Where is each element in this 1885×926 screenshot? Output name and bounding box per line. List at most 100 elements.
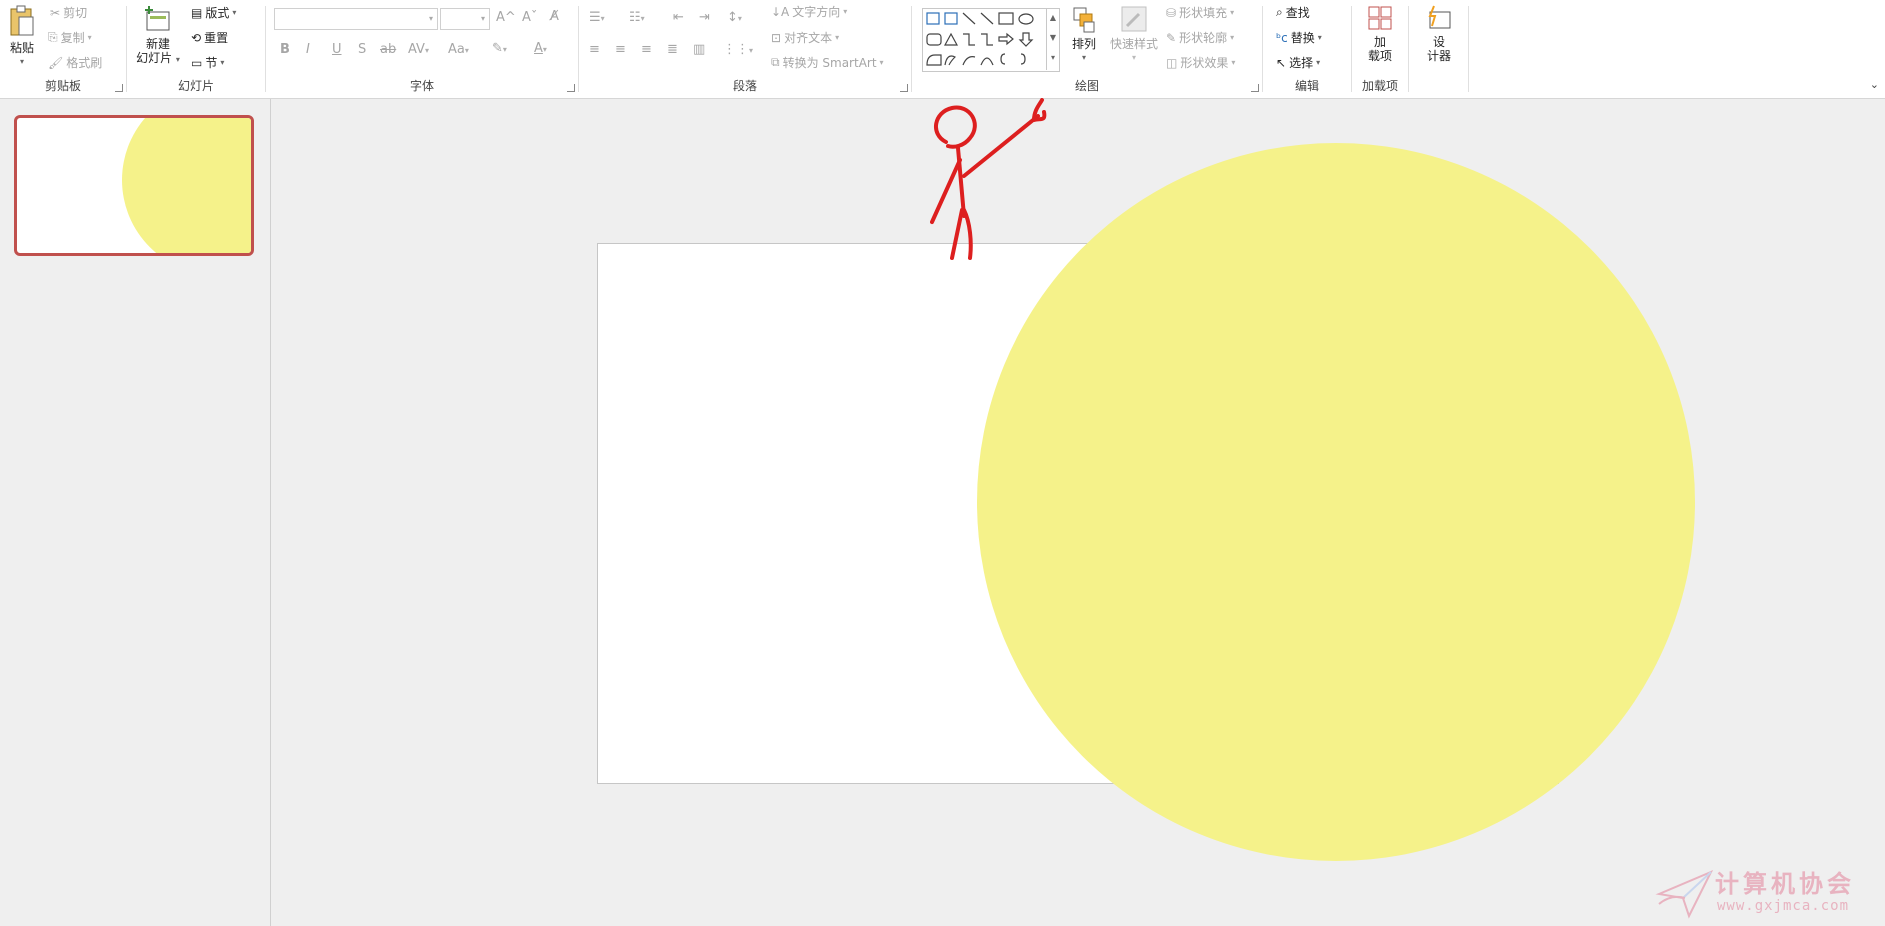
curve-shape-icon [980,57,994,66]
change-case-button[interactable]: Aa▾ [448,42,469,57]
reset-icon: ⟲ [191,30,202,45]
format-painter-button[interactable]: 🖌 格式刷 [48,54,102,71]
yellow-circle-shape[interactable] [977,143,1695,861]
paragraph-group-label: 段落 [732,79,757,93]
quick-styles-button[interactable]: 快速样式 ▾ [1108,4,1160,65]
arrange-button[interactable]: 排列 ▾ [1064,4,1104,65]
editing-group-label: 编辑 [1294,79,1319,93]
paste-button[interactable]: 粘贴 ▾ [4,4,40,69]
new-slide-dropdown-icon[interactable]: ▾ [176,55,180,64]
line-spacing-icon[interactable]: ↕▾ [727,10,742,25]
replace-label: 替换 [1290,31,1315,45]
decrease-indent-icon[interactable]: ⇤ [673,10,684,25]
left-brace-shape-icon [1000,53,1006,65]
quick-styles-dropdown-icon: ▾ [1131,53,1136,62]
gallery-more-icon[interactable]: ▾ [1047,48,1059,68]
arrange-label: 排列 [1071,37,1096,51]
shape-fill-button[interactable]: ⛁ 形状填充 ▾ [1166,4,1234,21]
copy-button[interactable]: ⎘ 复制 ▾ [48,29,92,46]
align-right-icon[interactable]: ≡ [641,42,652,57]
distribute-icon[interactable]: ▥ [693,42,705,57]
designer-label-2: 计器 [1426,49,1451,63]
clear-format-icon[interactable]: A̸ [550,9,559,24]
addins-label-1: 加 [1373,35,1386,49]
font-launcher-icon[interactable] [567,84,575,92]
addins-group: 加 载项 加载项 [1352,0,1408,98]
font-color-button[interactable]: A▾ [534,41,547,56]
freeform-shape-icon [926,54,942,66]
designer-icon [1428,5,1451,29]
justify-icon[interactable]: ≣ [667,42,678,57]
bold-button[interactable]: B [280,42,290,57]
change-case-label: Aa [448,42,465,57]
font-name-dropdown-icon[interactable]: ▾ [429,14,433,23]
bullets-icon[interactable]: ☰▾ [589,10,605,25]
shapes-gallery[interactable] [922,8,1060,72]
shapes-gallery-scroll[interactable]: ▲ ▼ ▾ [1046,8,1059,70]
strikethrough-button[interactable]: ab [380,42,396,57]
stick-right-leg [962,208,973,260]
paste-dropdown-icon[interactable]: ▾ [4,55,40,69]
replace-button[interactable]: ᵇc 替换 ▾ [1276,29,1322,46]
gallery-down-icon[interactable]: ▼ [1047,28,1059,48]
align-text-button[interactable]: ⊡ 对齐文本 ▾ [771,29,839,46]
stick-figure-drawing[interactable] [930,98,1060,268]
smartart-button[interactable]: ⧉ 转换为 SmartArt ▾ [771,54,884,71]
clipboard-launcher-icon[interactable] [115,84,123,92]
slide-thumbnail-1[interactable] [14,115,254,256]
stick-left-leg [950,208,964,260]
replace-icon: ᵇc [1276,30,1288,45]
numbering-icon[interactable]: ☷▾ [629,10,645,25]
paragraph-launcher-icon[interactable] [900,84,908,92]
increase-indent-icon[interactable]: ⇥ [699,10,710,25]
font-name-combo[interactable]: ▾ [274,8,438,30]
text-direction-button[interactable]: ↓A 文字方向 ▾ [771,3,847,20]
layout-button[interactable]: ▤ 版式 ▾ [191,4,236,21]
copy-dropdown-icon[interactable]: ▾ [88,33,92,42]
shadow-button[interactable]: S [358,42,366,57]
shrink-font-icon[interactable]: Aˇ [522,10,537,25]
text-direction-dropdown-icon: ▾ [843,7,848,16]
right-brace-shape-icon [1020,53,1026,65]
cut-label: 剪切 [63,6,88,20]
gallery-up-icon[interactable]: ▲ [1047,8,1059,28]
char-spacing-button[interactable]: AV▾ [408,42,429,57]
select-button[interactable]: ↖ 选择 ▾ [1276,54,1320,71]
align-center-icon[interactable]: ≡ [615,42,626,57]
addins-button[interactable]: 加 载项 [1356,4,1404,63]
new-slide-button[interactable]: 新建 幻灯片 ▾ [133,4,183,67]
collapse-ribbon-icon[interactable]: ⌄ [1870,78,1879,91]
italic-button[interactable]: I [306,42,310,57]
shape-fill-label: 形状填充 [1179,6,1228,20]
scribble-shape-icon [944,55,957,66]
shape-effects-button[interactable]: ◫ 形状效果 ▾ [1166,54,1235,71]
paper-plane-logo-icon [1655,870,1714,919]
grow-font-icon[interactable]: A^ [496,10,516,25]
replace-dropdown-icon: ▾ [1317,33,1322,42]
columns-icon[interactable]: ⋮⋮▾ [723,42,753,57]
highlight-dropdown-icon: ▾ [502,45,507,54]
highlight-button[interactable]: ✎▾ [492,41,507,56]
find-button[interactable]: ⌕ 查找 [1276,4,1310,21]
shape-outline-button[interactable]: ✎ 形状轮廓 ▾ [1166,29,1234,46]
pen-icon: ✎ [1166,30,1177,45]
highlighter-icon: ✎ [492,41,503,56]
designer-button[interactable]: 设 计器 [1414,4,1464,63]
separator [1468,6,1469,92]
char-spacing-label: AV [408,42,425,57]
align-left-icon[interactable]: ≡ [589,42,600,57]
underline-button[interactable]: U [332,42,342,57]
paint-bucket-icon: ⛁ [1166,5,1177,20]
reset-button[interactable]: ⟲ 重置 [191,29,228,46]
line-spacing-dropdown-icon: ▾ [737,14,742,23]
section-button[interactable]: ▭ 节 ▾ [191,54,224,71]
drawing-group-label: 绘图 [1074,79,1099,93]
font-size-combo[interactable]: ▾ [440,8,490,30]
align-text-icon: ⊡ [771,30,782,45]
font-size-dropdown-icon[interactable]: ▾ [481,14,485,23]
cut-button[interactable]: ✂ 剪切 [50,4,87,21]
addins-icon [1368,6,1392,30]
stick-body [956,146,966,218]
drawing-launcher-icon[interactable] [1251,84,1259,92]
reset-label: 重置 [204,31,229,45]
